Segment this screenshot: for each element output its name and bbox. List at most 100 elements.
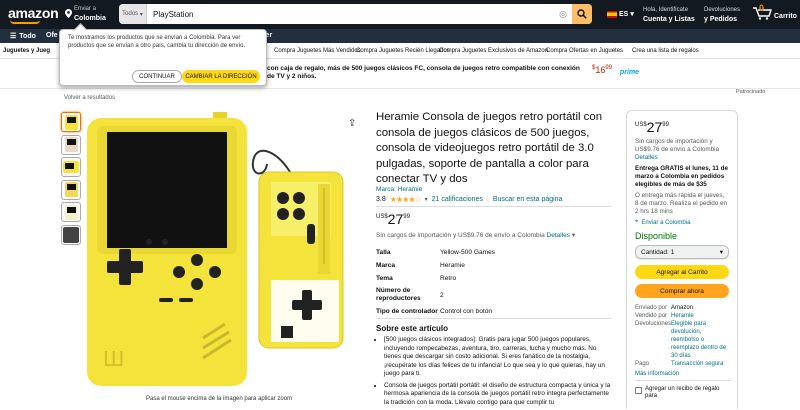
product-main-image[interactable]: Ш bbox=[85, 104, 350, 392]
fastest-delivery: O entrega más rápida el jueves, 8 de mar… bbox=[635, 192, 728, 215]
rating-stars-icon[interactable]: ★★★★☆ bbox=[390, 195, 422, 204]
amazon-logo[interactable]: amazon bbox=[8, 5, 59, 21]
cart-button[interactable]: 0 Carrito bbox=[752, 3, 797, 20]
shipping-details-link[interactable]: Detalles bbox=[547, 232, 570, 239]
search-input[interactable]: PlayStation bbox=[147, 4, 554, 24]
language-label: ES bbox=[619, 10, 629, 18]
thumbnail-2[interactable] bbox=[61, 134, 81, 155]
seller-key: Pago bbox=[635, 361, 650, 367]
ship-to-location[interactable]: ⌖ Enviar a Colombia bbox=[635, 219, 729, 226]
cart-label: Carrito bbox=[774, 13, 797, 20]
ratings-count-link[interactable]: 21 calificaciones bbox=[432, 196, 483, 203]
more-info-link[interactable]: Más información bbox=[635, 371, 729, 377]
rating-row: 3.8 ★★★★☆ ▾ 21 calificaciones | Buscar e… bbox=[376, 195, 563, 204]
product-price: US$2799 bbox=[376, 211, 410, 227]
bullet-item: Consola de juegos portátil portátil: el … bbox=[384, 382, 612, 408]
deliver-label: Enviar a bbox=[74, 6, 97, 12]
thumbnail-list bbox=[61, 112, 81, 247]
search-category-select[interactable]: Todos ▾ bbox=[119, 4, 147, 24]
seller-link[interactable]: Heramie bbox=[671, 312, 729, 320]
thumbnail-6[interactable] bbox=[61, 224, 81, 245]
spec-key: Marca bbox=[376, 261, 396, 269]
returns-link[interactable]: Elegible para devolución, reembolso o re… bbox=[671, 320, 729, 360]
banner-text: con caja de regalo, más de 500 juegos cl… bbox=[267, 65, 580, 80]
hamburger-icon: ☰ bbox=[10, 33, 17, 40]
svg-text:Ш: Ш bbox=[103, 347, 124, 371]
spec-key: Número de reproductores bbox=[376, 287, 421, 302]
search-icon bbox=[577, 9, 587, 19]
spec-value: Retro bbox=[440, 275, 457, 282]
spec-key: Tipo de controlador bbox=[376, 307, 438, 315]
spec-key: Talla bbox=[376, 248, 391, 256]
checkbox-icon[interactable] bbox=[635, 387, 642, 394]
banner-price: $1699 bbox=[592, 65, 613, 75]
location-pin-icon bbox=[65, 9, 72, 18]
account-greeting: Hola, Identifícate bbox=[643, 7, 689, 13]
search-category-label: Todos bbox=[122, 11, 139, 17]
divider bbox=[635, 380, 731, 381]
subnav-item-bestsellers[interactable]: Compra Juguetes Más Vendidos bbox=[274, 48, 361, 54]
buybox-import-info: Sin cargos de importación y US$9.76 de e… bbox=[635, 138, 720, 161]
nav-deals-link[interactable]: Ofe bbox=[46, 32, 58, 39]
subnav-item-toys[interactable]: Juguetes y Jueg bbox=[3, 48, 50, 54]
returns-label: Devoluciones bbox=[704, 7, 741, 13]
gift-receipt-option[interactable]: Agregar un recibo de regalo para bbox=[635, 386, 729, 400]
seller-key: Devoluciones bbox=[635, 321, 672, 327]
popover-message: Te mostramos los productos que se envían… bbox=[68, 35, 246, 49]
payment-link[interactable]: Transacción segura bbox=[671, 360, 729, 368]
all-menu-label: Todo bbox=[19, 32, 36, 40]
brand-link[interactable]: Marca: Heramie bbox=[376, 186, 422, 193]
divider bbox=[376, 206, 612, 207]
change-address-button[interactable]: CAMBIAR LA DIRECCIÓN bbox=[182, 70, 260, 83]
thumbnail-5[interactable] bbox=[61, 202, 81, 222]
prime-badge: prime bbox=[620, 69, 640, 76]
account-menu[interactable]: Hola, Identifícate Cuenta y Listas bbox=[643, 6, 695, 24]
all-menu-button[interactable]: ☰ Todo bbox=[10, 32, 36, 41]
seller-info-table: Enviado por Amazon Vendido por Heramie Dev… bbox=[635, 304, 729, 368]
back-to-results-link[interactable]: Volver a resultados bbox=[64, 95, 115, 101]
returns-orders-link[interactable]: Devoluciones y Pedidos bbox=[704, 6, 740, 24]
camera-search-icon[interactable]: ◎ bbox=[554, 4, 572, 24]
add-to-cart-button[interactable]: Agregar al Carrito bbox=[635, 265, 729, 279]
spec-key: Tema bbox=[376, 274, 393, 282]
buybox-price: US$2799 bbox=[635, 119, 669, 135]
subnav-item-gift-list[interactable]: Crea una lista de regalos bbox=[632, 48, 699, 54]
search-button[interactable] bbox=[572, 4, 592, 24]
divider bbox=[376, 318, 612, 319]
buy-now-button[interactable]: Comprar ahora bbox=[635, 284, 729, 298]
deliver-to-button[interactable]: Enviar a Colombia bbox=[65, 5, 106, 23]
deliver-country: Colombia bbox=[74, 15, 106, 22]
account-lists-label: Cuenta y Listas bbox=[643, 16, 695, 23]
rating-value: 3.8 bbox=[376, 196, 386, 203]
amazon-smile-icon bbox=[10, 20, 40, 24]
search-page-link[interactable]: Buscar en esta página bbox=[493, 196, 563, 203]
subnav-item-deals[interactable]: Compra Ofertas en Juguetes bbox=[546, 48, 623, 54]
seller-key: Vendido por bbox=[635, 313, 668, 319]
cart-count: 0 bbox=[759, 3, 765, 13]
shipping-info: Sin cargos de importación y US$9.76 de e… bbox=[376, 232, 576, 239]
product-title: Heramie Consola de juegos retro portátil… bbox=[376, 111, 603, 186]
delivery-info: Entrega GRATIS el lunes, 11 de marzo a C… bbox=[635, 165, 728, 188]
thumbnail-3[interactable] bbox=[61, 157, 81, 177]
orders-label: y Pedidos bbox=[704, 16, 738, 23]
top-nav-bar: amazon Enviar a Colombia Todos ▾ PlaySta… bbox=[0, 0, 800, 29]
thumbnail-4[interactable] bbox=[61, 179, 81, 200]
chevron-down-icon: ▾ bbox=[719, 249, 723, 256]
subnav-item-exclusives[interactable]: Compra Juguetes Exclusivos de Amazon bbox=[439, 48, 548, 54]
location-pin-icon: ⌖ bbox=[635, 219, 639, 225]
about-bullets: [500 juegos clásicos integrados]: Gratis… bbox=[376, 336, 612, 410]
subnav-item-new-arrivals[interactable]: Compra Juguetes Recién Llegados bbox=[356, 48, 450, 54]
about-heading: Sobre este artículo bbox=[376, 324, 449, 333]
spec-value: Control con botón bbox=[440, 308, 493, 315]
address-popover: Te mostramos los productos que se envían… bbox=[59, 29, 267, 86]
share-icon[interactable]: ⇪ bbox=[348, 118, 356, 129]
buybox-details-link[interactable]: Detalles bbox=[635, 154, 658, 161]
spec-table: Talla Yellow-500 Games Marca Heramie Tema R… bbox=[376, 246, 606, 318]
quantity-select[interactable]: Cantidad: 1 ▾ bbox=[635, 245, 729, 259]
zoom-caption: Pasa el mouse encima de la imagen para a… bbox=[146, 396, 293, 402]
thumbnail-1[interactable] bbox=[61, 112, 81, 132]
bullet-item: [500 juegos clásicos integrados]: Gratis… bbox=[384, 336, 612, 379]
shipping-text: Sin cargos de importación y US$9.76 de e… bbox=[376, 232, 545, 239]
language-selector[interactable]: ES ▾ bbox=[607, 10, 634, 18]
continue-button[interactable]: CONTINUAR bbox=[132, 70, 182, 83]
